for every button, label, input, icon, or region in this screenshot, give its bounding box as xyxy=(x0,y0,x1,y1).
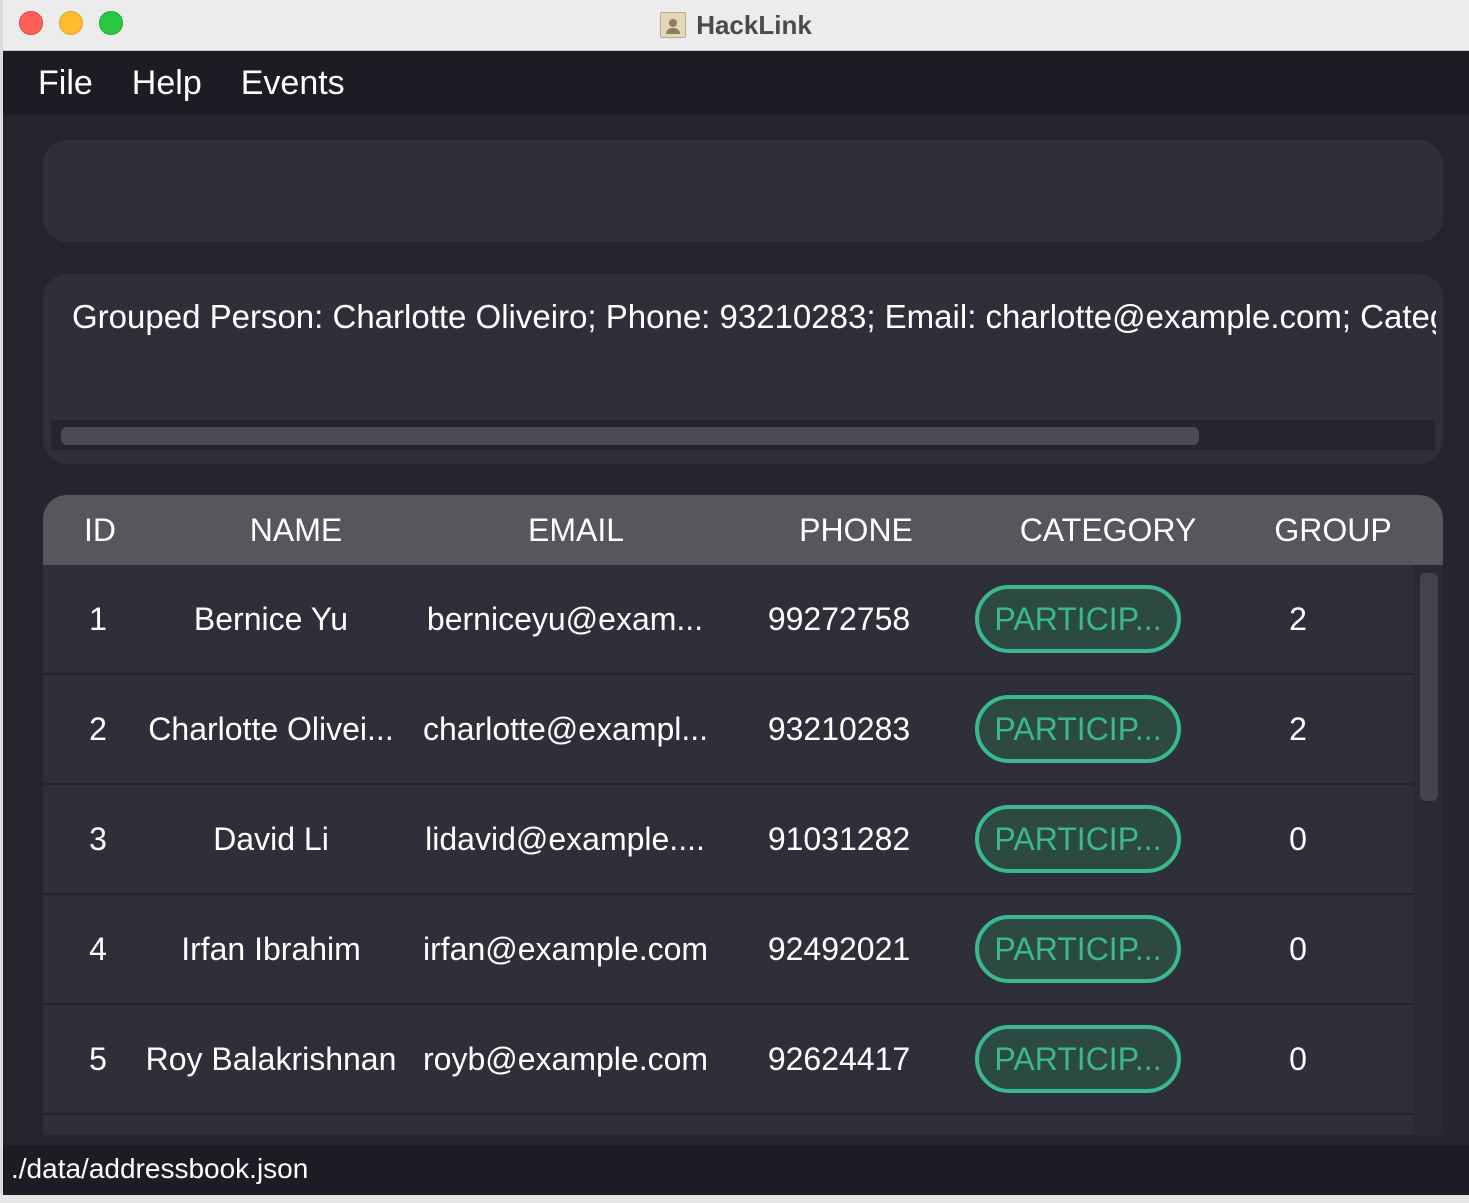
command-input[interactable] xyxy=(43,140,1443,242)
column-header-name[interactable]: NAME xyxy=(193,495,399,565)
cell-name: Irfan Ibrahim xyxy=(181,931,361,967)
cell-group: 0 xyxy=(1289,821,1307,857)
column-header-id[interactable]: ID xyxy=(73,495,127,565)
result-horizontal-scrollbar[interactable] xyxy=(51,420,1435,450)
cell-email: royb@example.com xyxy=(423,1041,707,1077)
desktop-background xyxy=(0,1195,1469,1203)
result-scroll-thumb[interactable] xyxy=(61,427,1199,445)
title-bar: HackLink xyxy=(3,0,1469,51)
column-header-category[interactable]: CATEGORY xyxy=(1003,495,1213,565)
cell-phone: 93210283 xyxy=(767,711,911,747)
cell-id: 4 xyxy=(89,931,107,967)
status-bar: ./data/addressbook.json xyxy=(3,1145,1469,1195)
column-header-group[interactable]: GROUP xyxy=(1253,495,1413,565)
menu-events[interactable]: Events xyxy=(241,64,345,103)
cell-id: 3 xyxy=(89,821,107,857)
cell-phone: 92624417 xyxy=(767,1041,911,1077)
category-badge: PARTICIP... xyxy=(975,695,1181,763)
cell-email: berniceyu@exam... xyxy=(426,601,704,637)
cell-group: 2 xyxy=(1289,711,1307,747)
cell-name: Roy Balakrishnan xyxy=(145,1041,397,1077)
app-contact-icon xyxy=(660,12,687,38)
person-table: ID NAME EMAIL PHONE CATEGORY GROUP 1 Ber… xyxy=(43,495,1443,1135)
category-badge: PARTICIP... xyxy=(975,585,1181,653)
table-header: ID NAME EMAIL PHONE CATEGORY GROUP xyxy=(43,495,1443,565)
result-text: Grouped Person: Charlotte Oliveiro; Phon… xyxy=(72,298,1436,335)
cell-phone: 92492021 xyxy=(767,931,911,967)
cell-name: Charlotte Olivei... xyxy=(148,711,394,747)
table-row-partial[interactable] xyxy=(43,1115,1413,1135)
cell-id: 5 xyxy=(89,1041,107,1077)
table-row[interactable]: 5 Roy Balakrishnan royb@example.com 9262… xyxy=(43,1005,1413,1115)
category-badge: PARTICIP... xyxy=(975,1025,1181,1093)
column-header-email[interactable]: EMAIL xyxy=(463,495,689,565)
result-display: Grouped Person: Charlotte Oliveiro; Phon… xyxy=(43,274,1443,464)
table-row[interactable]: 3 David Li lidavid@example.... 91031282 … xyxy=(43,785,1413,895)
menu-bar: File Help Events xyxy=(3,51,1469,115)
window-title: HackLink xyxy=(696,9,812,40)
app-window: HackLink File Help Events Grouped Person… xyxy=(3,0,1469,1195)
cell-name: Bernice Yu xyxy=(193,601,349,637)
cell-email: lidavid@example.... xyxy=(425,821,705,857)
cell-group: 0 xyxy=(1289,931,1307,967)
cell-name: David Li xyxy=(213,821,329,857)
save-file-path: ./data/addressbook.json xyxy=(11,1153,309,1184)
cell-phone: 91031282 xyxy=(767,821,911,857)
cell-group: 0 xyxy=(1289,1041,1307,1077)
cell-email: irfan@example.com xyxy=(423,931,707,967)
cell-phone: 99272758 xyxy=(767,601,911,637)
category-badge: PARTICIP... xyxy=(975,805,1181,873)
table-row[interactable]: 4 Irfan Ibrahim irfan@example.com 924920… xyxy=(43,895,1413,1005)
table-row[interactable]: 2 Charlotte Olivei... charlotte@exampl..… xyxy=(43,675,1413,785)
table-row[interactable]: 1 Bernice Yu berniceyu@exam... 99272758 … xyxy=(43,565,1413,675)
category-badge: PARTICIP... xyxy=(975,915,1181,983)
menu-help[interactable]: Help xyxy=(132,64,202,103)
cell-email: charlotte@exampl... xyxy=(423,711,707,747)
cell-id: 2 xyxy=(89,711,107,747)
cell-id: 1 xyxy=(89,601,107,637)
cell-group: 2 xyxy=(1289,601,1307,637)
column-header-phone[interactable]: PHONE xyxy=(763,495,949,565)
table-vertical-scrollbar[interactable] xyxy=(1420,573,1438,801)
menu-file[interactable]: File xyxy=(38,64,93,103)
